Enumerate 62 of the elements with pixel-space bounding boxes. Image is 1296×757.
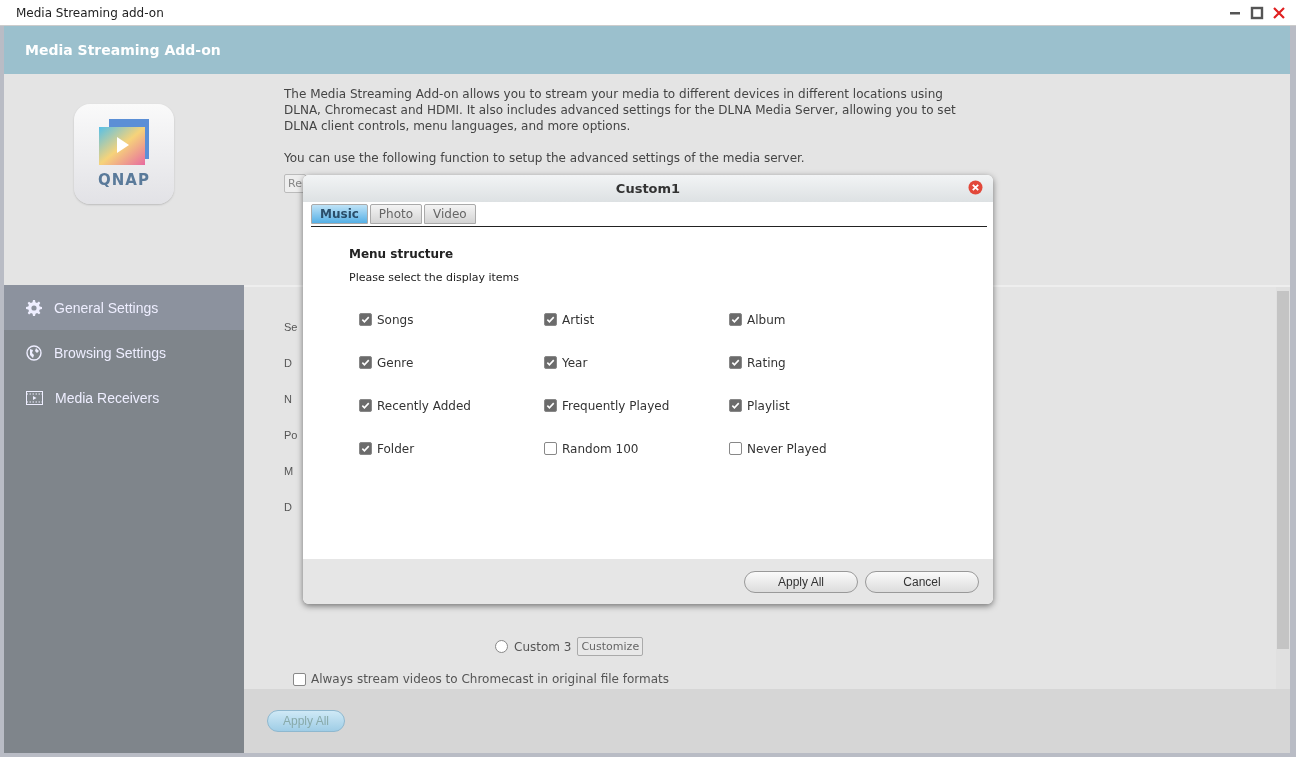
description-text: You can use the following function to setup the advanced settings of the media server.: [284, 150, 806, 166]
radio-label: Custom 3: [514, 639, 572, 654]
field-label: D: [284, 357, 292, 371]
instruction-text: Please select the display items: [349, 271, 521, 284]
checkbox[interactable]: [729, 399, 742, 412]
window-title: Media Streaming add-on: [16, 5, 165, 20]
checkbox-label: Genre: [377, 355, 414, 370]
checkbox[interactable]: [729, 442, 742, 455]
dialog-button[interactable]: Apply All: [744, 570, 858, 593]
checkbox-label: Random 100: [562, 441, 639, 456]
field-label: D: [284, 501, 292, 515]
tab[interactable]: Music: [311, 204, 368, 224]
checkbox-label: Songs: [377, 312, 414, 327]
checkbox[interactable]: [359, 356, 372, 369]
checkbox[interactable]: [544, 399, 557, 412]
settings-button[interactable]: Re: [284, 174, 306, 193]
field-label: Po: [284, 429, 298, 443]
dialog-title: Custom1: [615, 181, 681, 196]
logo-text: QNAP: [98, 171, 150, 189]
sidebar-item-label: Browsing Settings: [54, 344, 167, 361]
gear-icon: [26, 299, 42, 316]
checkbox-label: Folder: [377, 441, 415, 456]
field-label: N: [284, 393, 292, 407]
checkbox[interactable]: [544, 356, 557, 369]
checkbox[interactable]: [359, 313, 372, 326]
checkbox[interactable]: [359, 442, 372, 455]
sidebar-item-label: Media Receivers: [55, 389, 160, 406]
checkbox[interactable]: [544, 442, 557, 455]
maximize-icon[interactable]: [1250, 5, 1264, 20]
sidebar-item[interactable]: Media Receivers: [4, 375, 244, 420]
checkbox-label: Album: [747, 312, 786, 327]
checkbox-label: Artist: [562, 312, 595, 327]
checkbox[interactable]: [544, 313, 557, 326]
checkbox-label: Always stream videos to Chromecast in original file formats: [311, 672, 670, 686]
checkbox[interactable]: [729, 313, 742, 326]
field-label: Se: [284, 321, 298, 335]
close-icon[interactable]: [1272, 5, 1286, 20]
tab[interactable]: Photo: [369, 204, 423, 224]
checkbox-label: Never Played: [747, 441, 827, 456]
scrollbar[interactable]: [1276, 287, 1290, 689]
checkbox[interactable]: [359, 399, 372, 412]
checkbox-label: Frequently Played: [562, 398, 670, 413]
sidebar-item-label: General Settings: [54, 299, 159, 316]
close-icon[interactable]: [968, 180, 983, 195]
section-heading: Menu structure: [349, 247, 455, 261]
field-label: M: [284, 465, 294, 479]
customize-button[interactable]: Customize: [577, 637, 644, 656]
app-title: Media Streaming Add-on: [25, 42, 221, 58]
checkbox[interactable]: [729, 356, 742, 369]
checkbox[interactable]: [293, 672, 306, 686]
sidebar-item[interactable]: General Settings: [4, 285, 244, 330]
checkbox-label: Playlist: [747, 398, 790, 413]
globe-icon: [26, 344, 42, 361]
checkbox-label: Rating: [747, 355, 786, 370]
tab[interactable]: Video: [424, 204, 476, 224]
description-text: The Media Streaming Add-on allows you to stream your media to different devices in different locations using DLNA, Chromecast and HDMI. It also includes advanced settings for the DLNA Media Server, allowing you to set DLNA client controls, menu languages, and more options.: [284, 86, 957, 134]
checkbox-label: Recently Added: [377, 398, 471, 413]
film-icon: [26, 390, 43, 405]
dialog-button[interactable]: Cancel: [865, 570, 979, 593]
radio-button[interactable]: [495, 640, 508, 653]
checkbox-label: Year: [562, 355, 588, 370]
sidebar-item[interactable]: Browsing Settings: [4, 330, 244, 375]
